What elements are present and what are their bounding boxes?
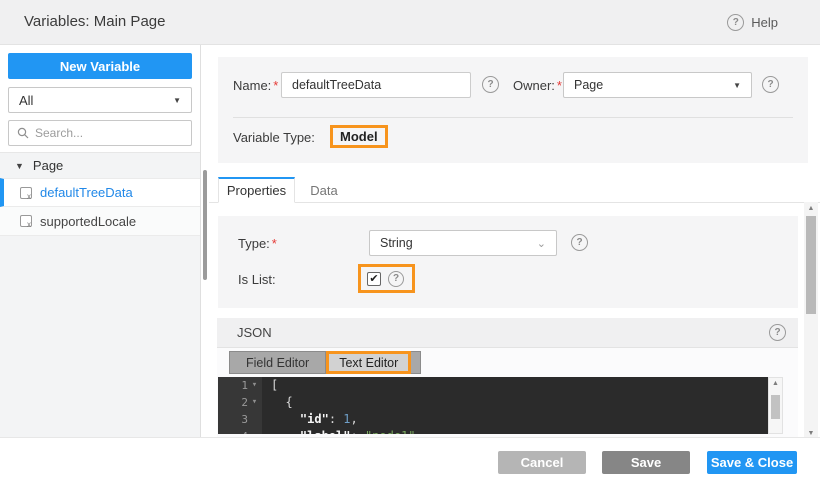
field-editor-button[interactable]: Field Editor <box>229 351 327 374</box>
scroll-down-icon[interactable]: ▼ <box>804 430 818 437</box>
code-text: { <box>271 395 293 409</box>
tree-group-label: Page <box>32 158 64 173</box>
search-icon <box>17 127 29 139</box>
variable-filter-select[interactable]: All ▼ <box>8 87 192 113</box>
tree-item-supportedlocale[interactable]: x supportedLocale <box>0 207 200 236</box>
code-line: 2 ▾ { <box>218 394 768 411</box>
help-circle-icon: ? <box>727 14 745 31</box>
json-help-icon[interactable]: ? <box>769 324 786 341</box>
owner-help-icon[interactable]: ? <box>762 76 779 93</box>
line-number: 3 <box>241 413 248 426</box>
variable-type-label: Variable Type: <box>233 130 315 145</box>
json-panel-header: JSON ? <box>217 318 798 348</box>
code-line: 3 "id": 1, <box>218 411 768 428</box>
name-input[interactable] <box>281 72 471 98</box>
editor-mode-switch: Field Editor Text Editor <box>229 351 422 374</box>
name-label: Name: * <box>233 78 279 93</box>
chevron-down-icon: ⌄ <box>536 237 546 250</box>
tree-item-defaulttreedata[interactable]: x defaultTreeData <box>0 178 200 207</box>
tree-item-label: defaultTreeData <box>40 185 133 200</box>
is-list-help-icon[interactable]: ? <box>388 270 404 287</box>
variable-type-value-annotated: Model <box>330 125 388 148</box>
content-scrollbar-thumb[interactable] <box>806 216 816 314</box>
owner-select[interactable]: Page ▼ <box>563 72 752 98</box>
name-help-icon[interactable]: ? <box>482 76 499 93</box>
type-help-icon[interactable]: ? <box>571 234 588 251</box>
scroll-up-icon[interactable]: ▲ <box>769 380 782 387</box>
help-label: Help <box>751 15 778 30</box>
code-line: 4 "label": "node1", <box>218 428 768 434</box>
scroll-up-icon[interactable]: ▲ <box>804 205 818 212</box>
help-button[interactable]: ? Help <box>727 14 778 31</box>
dropdown-arrow-icon: ▼ <box>733 80 741 90</box>
required-asterisk: * <box>273 78 279 93</box>
dialog-footer: Cancel Save Save & Close <box>0 437 820 490</box>
fold-arrow-icon[interactable]: ▾ <box>250 377 259 394</box>
tree-expand-icon: ▼ <box>15 160 24 171</box>
line-number: 4 <box>241 428 248 434</box>
is-list-checkbox[interactable]: ✔ <box>367 271 381 286</box>
required-asterisk: * <box>271 236 277 251</box>
filter-selected-value: All <box>19 92 34 108</box>
tab-properties[interactable]: Properties <box>218 177 295 203</box>
model-variable-icon: x <box>20 186 32 201</box>
variable-search[interactable] <box>8 120 192 146</box>
page-title: Variables: Main Page <box>24 13 166 30</box>
search-input[interactable] <box>35 126 165 140</box>
fold-arrow-icon[interactable]: ▾ <box>250 394 259 411</box>
code-text: "id": 1, <box>299 412 358 426</box>
dialog-header: Variables: Main Page ? Help <box>0 0 820 45</box>
save-and-close-button[interactable]: Save & Close <box>707 451 797 474</box>
json-code-editor[interactable]: 1▾ [ 2▾ { 3 "id": 1, 4 "label": "node1", <box>218 377 768 434</box>
line-number: 1 <box>241 379 248 392</box>
variables-tree: ▼ Page x defaultTreeData x supportedLoca… <box>0 152 200 437</box>
new-variable-button[interactable]: New Variable <box>8 53 192 79</box>
tab-data[interactable]: Data <box>296 177 352 203</box>
editor-scrollbar[interactable]: ▲ <box>768 377 783 434</box>
line-number: 2 <box>241 396 248 409</box>
editor-switch-end-cap <box>411 351 422 374</box>
code-text: "label": "node1", <box>262 428 423 434</box>
code-text: [ <box>271 378 279 392</box>
content-scrollbar[interactable]: ▲ ▼ <box>804 202 818 440</box>
tab-bar: Properties Data <box>209 177 820 203</box>
json-panel-title: JSON <box>237 325 272 340</box>
type-label: Type: * <box>238 236 277 251</box>
model-variable-icon: x <box>20 215 32 229</box>
owner-label: Owner: * <box>513 78 562 93</box>
required-asterisk: * <box>556 78 562 93</box>
is-list-annotation-box: ✔ ? <box>358 264 415 293</box>
form-divider <box>233 117 793 118</box>
tree-item-label: supportedLocale <box>40 213 137 229</box>
type-selected-value: String <box>380 236 413 250</box>
cancel-button[interactable]: Cancel <box>498 451 586 474</box>
owner-selected-value: Page <box>574 78 604 92</box>
sidebar-scrollbar-thumb[interactable] <box>203 170 207 280</box>
is-list-label: Is List: <box>238 272 276 287</box>
dropdown-arrow-icon: ▼ <box>173 95 181 105</box>
text-editor-button[interactable]: Text Editor <box>326 351 412 374</box>
editor-scrollbar-thumb[interactable] <box>771 395 780 419</box>
code-line: 1 ▾ [ <box>218 377 768 394</box>
tree-group-page[interactable]: ▼ Page <box>0 153 200 178</box>
save-button[interactable]: Save <box>602 451 690 474</box>
type-select[interactable]: String ⌄ <box>369 230 557 256</box>
